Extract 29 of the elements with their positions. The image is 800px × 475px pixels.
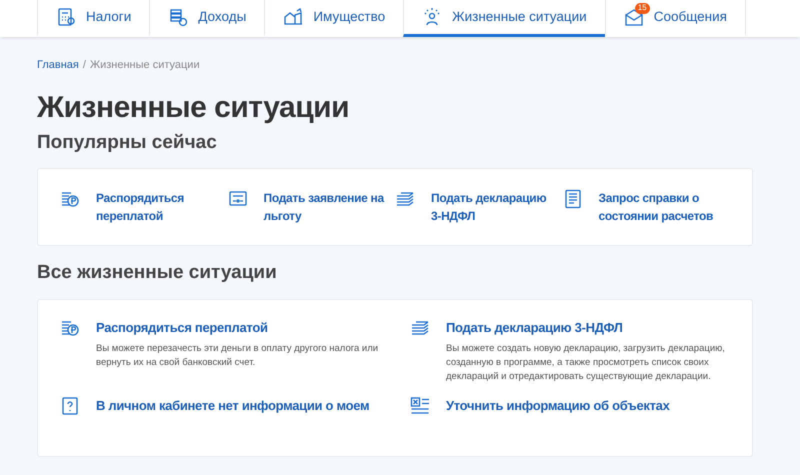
section-heading: Все жизненные ситуации	[37, 262, 278, 286]
document-icon	[562, 189, 582, 210]
situation-link[interactable]: Распорядиться переплатой	[96, 189, 218, 226]
situation-link[interactable]: Подать декларацию 3-НДФЛ	[431, 189, 552, 226]
situation-link[interactable]: Уточнить информацию об объектах	[446, 396, 670, 416]
situation-description: Вы можете создать новую декларацию, загрузить декларацию, созданную в программе, а также просмотреть список своих деклараций и отредактировать существующие декларации.	[446, 342, 726, 384]
house-icon	[283, 7, 304, 27]
checklist-icon	[410, 396, 430, 416]
breadcrumb-current: Жизненные ситуации	[90, 58, 200, 73]
situation-link[interactable]: Запрос справки о состоянии расчетов	[598, 189, 720, 226]
situation-link[interactable]: Подать декларацию 3-НДФЛ	[446, 318, 730, 338]
question-icon	[60, 396, 80, 416]
coins-icon	[168, 7, 188, 27]
situation-link[interactable]: Распорядиться переплатой	[96, 318, 380, 338]
nav-tab[interactable]: Имущество	[264, 0, 404, 37]
breadcrumb-separator: /	[82, 58, 86, 73]
breadcrumb-link[interactable]: Главная	[37, 57, 79, 74]
count-badge: 15	[634, 3, 650, 14]
situation-link[interactable]: В личном кабинете нет информации о моем	[96, 396, 370, 416]
person-icon	[422, 7, 442, 27]
nav-tab[interactable]: Жизненные ситуации	[403, 0, 605, 37]
calculator-icon	[56, 7, 76, 27]
nav-tab[interactable]: Доходы	[149, 0, 264, 37]
situation-link[interactable]: Подать заявление на льготу	[264, 189, 385, 226]
section-heading: Популярны сейчас	[37, 132, 218, 154]
nav-tab[interactable]: Сообщения 15	[604, 0, 746, 37]
page-title: Жизненные ситуации	[37, 90, 350, 126]
nav-tab[interactable]: Налоги	[37, 0, 150, 37]
situation-description: Вы можете перезачесть эти деньги в оплату другого налога или вернуть их на свой банковский счет.	[96, 342, 380, 370]
